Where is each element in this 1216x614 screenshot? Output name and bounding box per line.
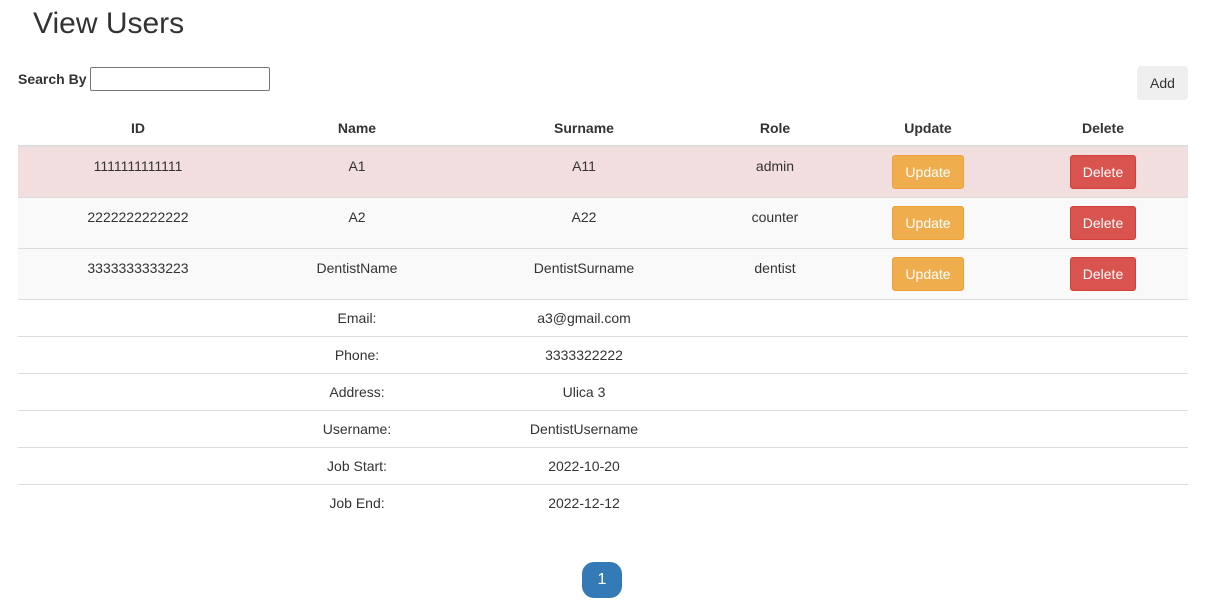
- page-title: View Users: [33, 7, 185, 40]
- cell-name: DentistName: [258, 247, 456, 299]
- view-users-page: View Users Search By Add ID Name Surname…: [0, 0, 1216, 614]
- delete-button[interactable]: Delete: [1069, 155, 1137, 189]
- cell-role: admin: [712, 145, 838, 197]
- cell-update: Update: [838, 145, 1018, 197]
- detail-row-email: Email: a3@gmail.com: [18, 298, 1188, 336]
- users-table: ID Name Surname Role Update Delete 11111…: [18, 110, 1188, 521]
- cell-surname: DentistSurname: [456, 247, 712, 299]
- cell-name: A1: [258, 145, 456, 197]
- cell-id: 2222222222222: [18, 196, 258, 248]
- detail-label: Phone:: [258, 335, 456, 373]
- detail-value: 2022-10-20: [456, 446, 712, 484]
- column-header-delete: Delete: [1018, 110, 1188, 147]
- detail-value: 3333322222: [456, 335, 712, 373]
- cell-delete: Delete: [1018, 247, 1188, 299]
- add-user-button[interactable]: Add: [1137, 66, 1188, 100]
- detail-row-phone: Phone: 3333322222: [18, 335, 1188, 373]
- detail-value: Ulica 3: [456, 372, 712, 410]
- cell-surname: A22: [456, 196, 712, 248]
- detail-row-job-end: Job End: 2022-12-12: [18, 483, 1188, 521]
- detail-row-address: Address: Ulica 3: [18, 372, 1188, 410]
- column-header-surname: Surname: [456, 110, 712, 147]
- cell-update: Update: [838, 247, 1018, 299]
- column-header-name: Name: [258, 110, 456, 147]
- detail-value: 2022-12-12: [456, 483, 712, 521]
- column-header-role: Role: [712, 110, 838, 147]
- cell-delete: Delete: [1018, 196, 1188, 248]
- search-bar: Search By: [18, 66, 271, 92]
- cell-id: 1111111111111: [18, 145, 258, 197]
- column-header-update: Update: [838, 110, 1018, 147]
- detail-label: Job End:: [258, 483, 456, 521]
- table-row[interactable]: 2222222222222 A2 A22 counter Update Dele…: [18, 196, 1188, 248]
- delete-button[interactable]: Delete: [1069, 256, 1137, 291]
- detail-value: a3@gmail.com: [456, 298, 712, 336]
- cell-update: Update: [838, 196, 1018, 248]
- detail-row-job-start: Job Start: 2022-10-20: [18, 446, 1188, 484]
- detail-label: Email:: [258, 298, 456, 336]
- search-input[interactable]: [90, 67, 271, 91]
- cell-id: 3333333333223: [18, 247, 258, 299]
- update-button[interactable]: Update: [892, 256, 964, 291]
- detail-value: DentistUsername: [456, 409, 712, 447]
- table-row[interactable]: 1111111111111 A1 A11 admin Update Delete: [18, 145, 1188, 197]
- delete-button[interactable]: Delete: [1069, 205, 1137, 240]
- cell-delete: Delete: [1018, 145, 1188, 197]
- detail-label: Username:: [258, 409, 456, 447]
- detail-label: Job Start:: [258, 446, 456, 484]
- cell-name: A2: [258, 196, 456, 248]
- cell-role: dentist: [712, 247, 838, 299]
- pagination-page-1[interactable]: 1: [582, 562, 622, 598]
- table-row[interactable]: 3333333333223 DentistName DentistSurname…: [18, 247, 1188, 299]
- search-label: Search By: [18, 71, 87, 87]
- table-body: 1111111111111 A1 A11 admin Update Delete…: [18, 145, 1188, 521]
- cell-role: counter: [712, 196, 838, 248]
- detail-label: Address:: [258, 372, 456, 410]
- update-button[interactable]: Update: [892, 205, 964, 240]
- update-button[interactable]: Update: [892, 155, 964, 189]
- column-header-id: ID: [18, 110, 258, 147]
- table-header-row: ID Name Surname Role Update Delete: [18, 110, 1188, 147]
- cell-surname: A11: [456, 145, 712, 197]
- detail-row-username: Username: DentistUsername: [18, 409, 1188, 447]
